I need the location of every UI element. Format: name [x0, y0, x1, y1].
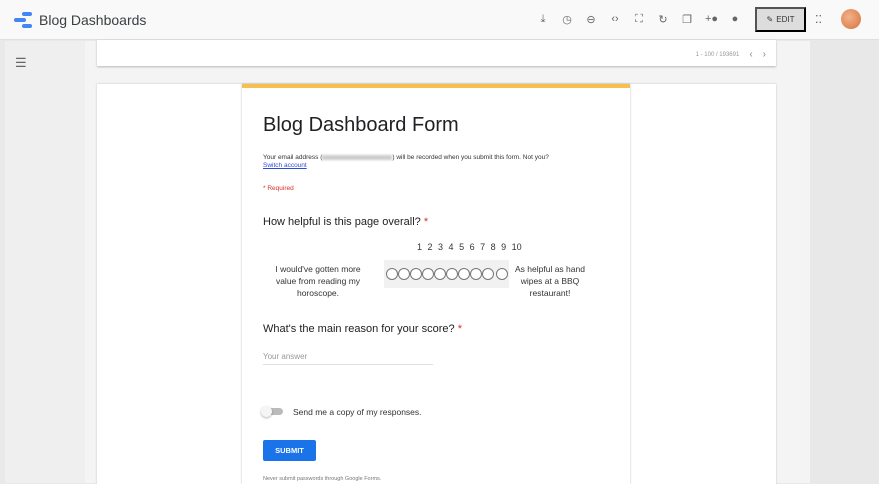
required-note: * Required — [263, 185, 294, 192]
next-page-button[interactable]: › — [763, 49, 766, 60]
email-notice: Your email address () will be recorded w… — [263, 154, 549, 161]
edit-button[interactable]: ✎ EDIT — [755, 7, 806, 32]
submit-button[interactable]: SUBMIT — [263, 440, 316, 461]
answer-input[interactable]: Your answer — [263, 352, 433, 365]
form-title: Blog Dashboard Form — [263, 114, 459, 136]
report-title[interactable]: Blog Dashboards — [39, 12, 146, 28]
data-studio-logo-icon — [14, 12, 32, 28]
avatar[interactable] — [841, 9, 861, 29]
menu-icon[interactable]: ☰ — [15, 55, 27, 71]
question-reason: What's the main reason for your score? * — [263, 323, 462, 335]
apps-grid-icon[interactable]: ⁚⁚ — [815, 13, 822, 26]
embed-icon[interactable]: ‹› — [609, 13, 621, 26]
radio-7[interactable] — [457, 268, 470, 280]
send-copy-label: Send me a copy of my responses. — [293, 407, 422, 417]
link-icon[interactable]: ⊖ — [585, 13, 597, 26]
send-copy-toggle[interactable] — [261, 406, 283, 417]
pagination: 1 - 100 / 193691 ‹ › — [695, 49, 766, 60]
fullscreen-icon[interactable]: ⛶ — [633, 13, 645, 26]
prev-page-button[interactable]: ‹ — [749, 49, 752, 60]
table-card: 1 - 100 / 193691 ‹ › — [97, 40, 776, 66]
download-icon[interactable]: ⤓ — [537, 13, 549, 26]
app-header: Blog Dashboards ⤓ ◷ ⊖ ‹› ⛶ ↻ ❐ +● ● ✎ EDI… — [0, 0, 879, 40]
radio-5[interactable] — [433, 268, 446, 280]
radio-4[interactable] — [421, 268, 434, 280]
history-icon[interactable]: ◷ — [561, 13, 573, 26]
password-warning: Never submit passwords through Google Fo… — [263, 476, 382, 482]
share-icon[interactable]: +● — [705, 13, 718, 26]
radio-8[interactable] — [469, 268, 482, 280]
copy-icon[interactable]: ❐ — [681, 13, 693, 26]
scale-high-label: As helpful as hand wipes at a BBQ restau… — [515, 264, 585, 298]
question-helpful: How helpful is this page overall? * — [263, 216, 429, 228]
scale-low-label: I would've gotten more value from readin… — [275, 264, 361, 298]
switch-account-link[interactable]: Switch account — [263, 162, 307, 169]
radio-1[interactable] — [385, 268, 398, 280]
refresh-icon[interactable]: ↻ — [657, 13, 669, 26]
right-panel — [810, 41, 879, 483]
radio-2[interactable] — [397, 268, 410, 280]
sidebar: ☰ — [5, 41, 85, 483]
pencil-icon: ✎ — [766, 15, 774, 24]
rating-scale — [384, 260, 509, 288]
radio-9[interactable] — [481, 268, 494, 280]
radio-6[interactable] — [445, 268, 458, 280]
scale-numbers: 1 2 3 4 5 6 7 8 9 10 — [417, 242, 522, 252]
radio-3[interactable] — [409, 268, 422, 280]
help-icon[interactable]: ● — [729, 13, 741, 26]
google-form: Blog Dashboard Form Your email address (… — [242, 84, 630, 484]
